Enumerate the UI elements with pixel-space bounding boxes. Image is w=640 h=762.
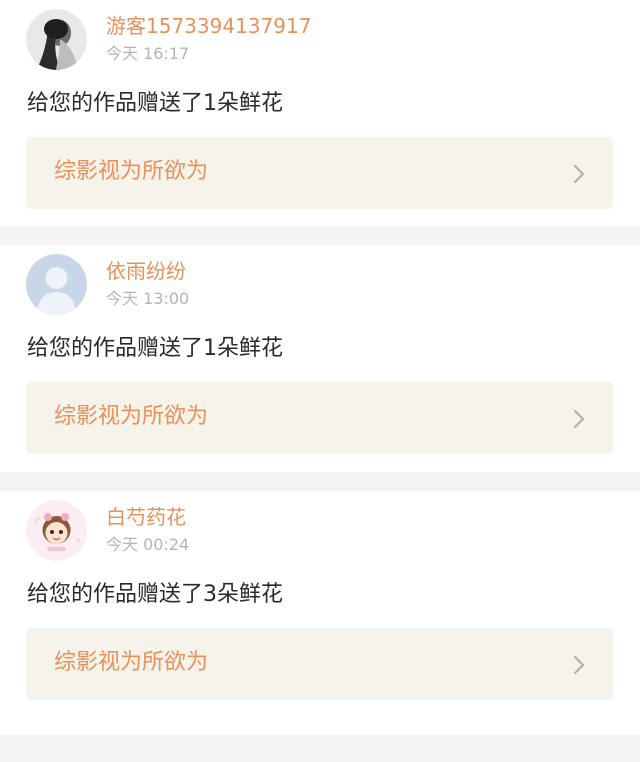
work-title: 综影视为所欲为: [54, 404, 209, 429]
work-link[interactable]: 综影视为所欲为: [26, 628, 613, 700]
chevron-right-icon: [571, 408, 587, 430]
user-avatar[interactable]: [26, 254, 87, 315]
notification-card: 白芍药花 今天 00:24 给您的作品赠送了3朵鲜花 综影视为所欲为: [0, 491, 640, 735]
cartoon-avatar-icon: [26, 500, 87, 561]
notification-message: 给您的作品赠送了1朵鲜花: [27, 336, 283, 361]
timestamp: 今天 16:17: [106, 44, 190, 63]
work-title: 综影视为所欲为: [54, 650, 209, 675]
user-avatar[interactable]: [26, 500, 87, 561]
chevron-right-icon: [571, 163, 587, 185]
work-title: 综影视为所欲为: [54, 159, 209, 184]
username[interactable]: 白芍药花: [106, 504, 186, 530]
work-link[interactable]: 综影视为所欲为: [26, 382, 613, 454]
notification-message: 给您的作品赠送了3朵鲜花: [27, 582, 283, 607]
work-link[interactable]: 综影视为所欲为: [26, 137, 613, 209]
default-user-avatar-icon: [26, 254, 87, 315]
notification-card: 依雨纷纷 今天 13:00 给您的作品赠送了1朵鲜花 综影视为所欲为: [0, 245, 640, 472]
user-avatar[interactable]: [26, 9, 87, 70]
username[interactable]: 依雨纷纷: [106, 258, 186, 284]
notification-message: 给您的作品赠送了1朵鲜花: [27, 91, 283, 116]
timestamp: 今天 00:24: [106, 535, 190, 554]
notification-card: 游客1573394137917 今天 16:17 给您的作品赠送了1朵鲜花 综影…: [0, 0, 640, 226]
chevron-right-icon: [571, 654, 587, 676]
notification-feed: 游客1573394137917 今天 16:17 给您的作品赠送了1朵鲜花 综影…: [0, 0, 640, 762]
username[interactable]: 游客1573394137917: [106, 13, 311, 39]
photo-avatar-icon: [26, 9, 87, 70]
timestamp: 今天 13:00: [106, 289, 190, 308]
